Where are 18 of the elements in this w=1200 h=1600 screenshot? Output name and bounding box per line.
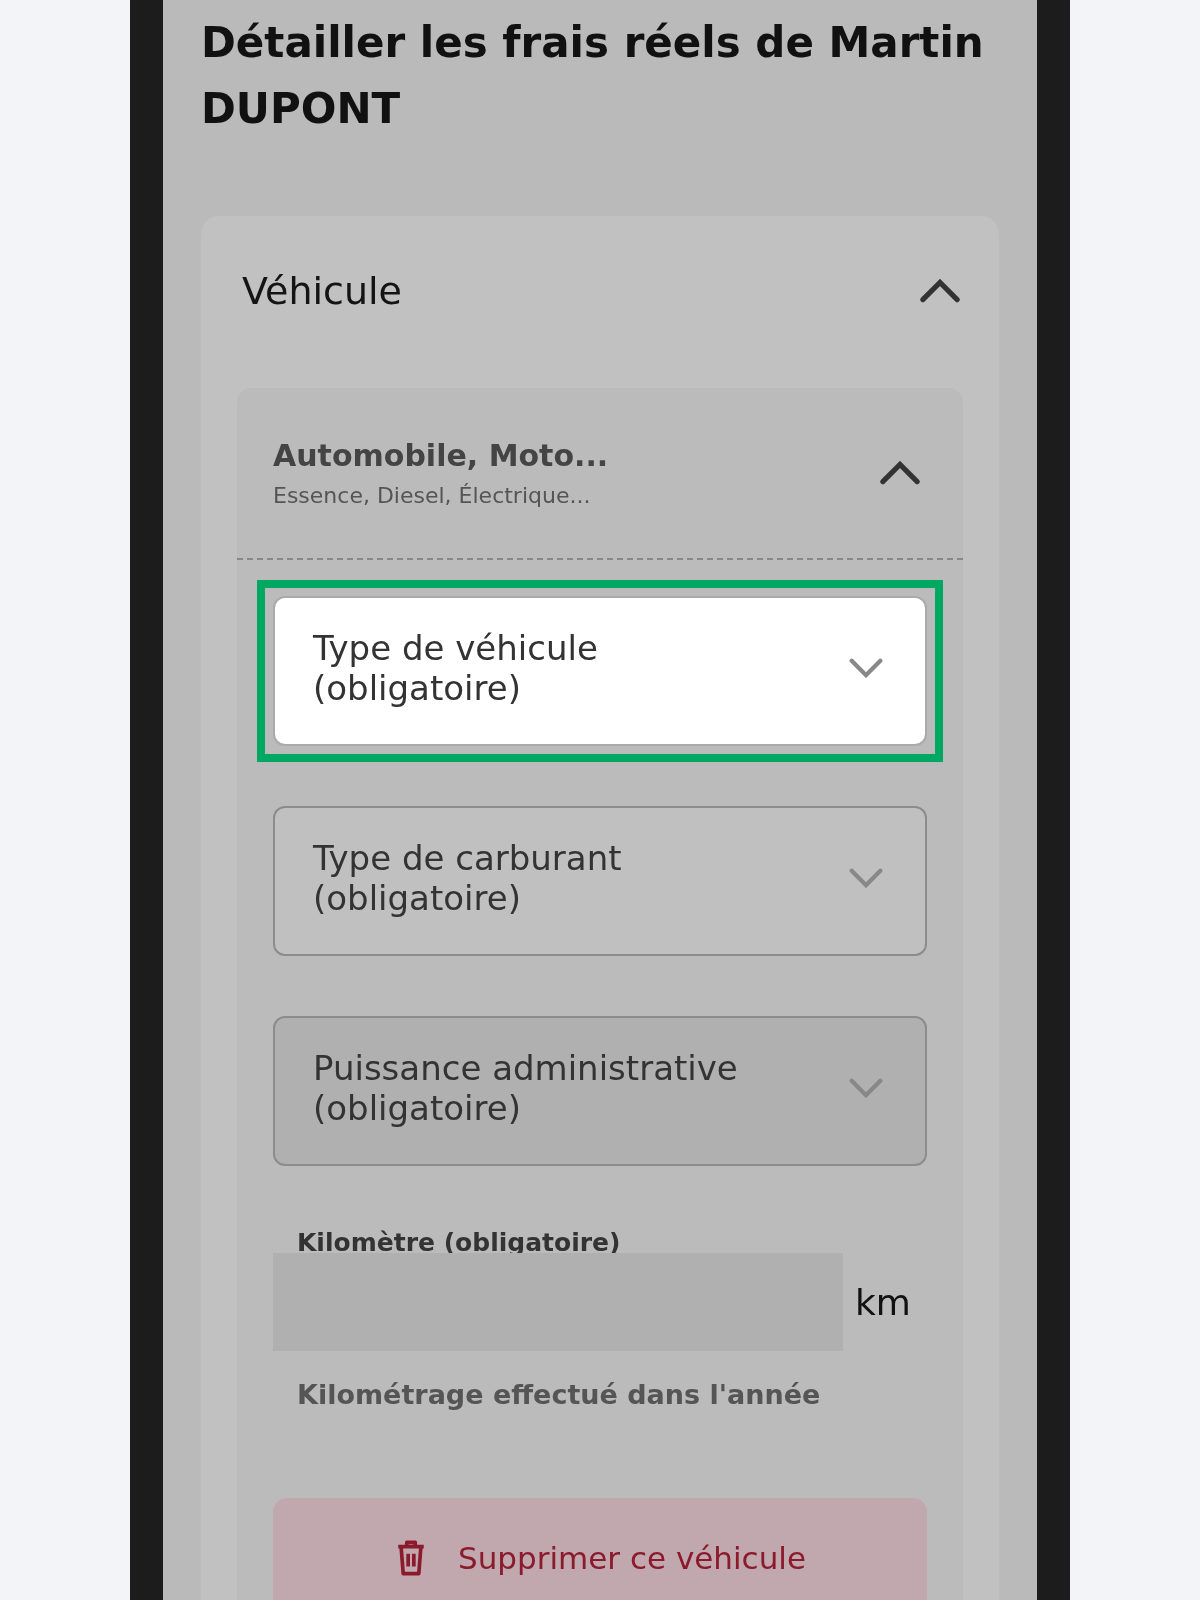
section-title: Véhicule bbox=[242, 269, 402, 313]
vehicle-title: Automobile, Moto... bbox=[273, 438, 609, 473]
select-placeholder: Puissance administrative (obligatoire) bbox=[313, 1048, 739, 1128]
vehicle-header[interactable]: Automobile, Moto... Essence, Diesel, Électrique... bbox=[237, 388, 963, 560]
select-field[interactable]: Type de carburant (obligatoire) bbox=[273, 806, 927, 956]
page-title: Détailler les frais réels de Martin DUPONT bbox=[201, 17, 985, 135]
select-placeholder: Type de véhicule (obligatoire) bbox=[313, 628, 599, 708]
chevron-down-icon bbox=[847, 1078, 885, 1098]
section-header[interactable]: Véhicule bbox=[237, 216, 963, 366]
chevron-down-icon bbox=[847, 658, 885, 678]
chevron-down-icon bbox=[847, 868, 885, 888]
unit-label: km bbox=[855, 1281, 911, 1323]
delete-button[interactable]: Supprimer ce véhicule bbox=[273, 1498, 927, 1600]
vehicle-subtitle: Essence, Diesel, Électrique... bbox=[273, 483, 592, 508]
select-field[interactable]: Type de véhicule (obligatoire) bbox=[273, 596, 927, 746]
select-placeholder: Type de carburant (obligatoire) bbox=[313, 838, 623, 918]
field-hint: Kilométrage effectué dans l'année bbox=[296, 1378, 822, 1410]
field-label: Kilomètre (obligatoire) bbox=[296, 1228, 622, 1257]
